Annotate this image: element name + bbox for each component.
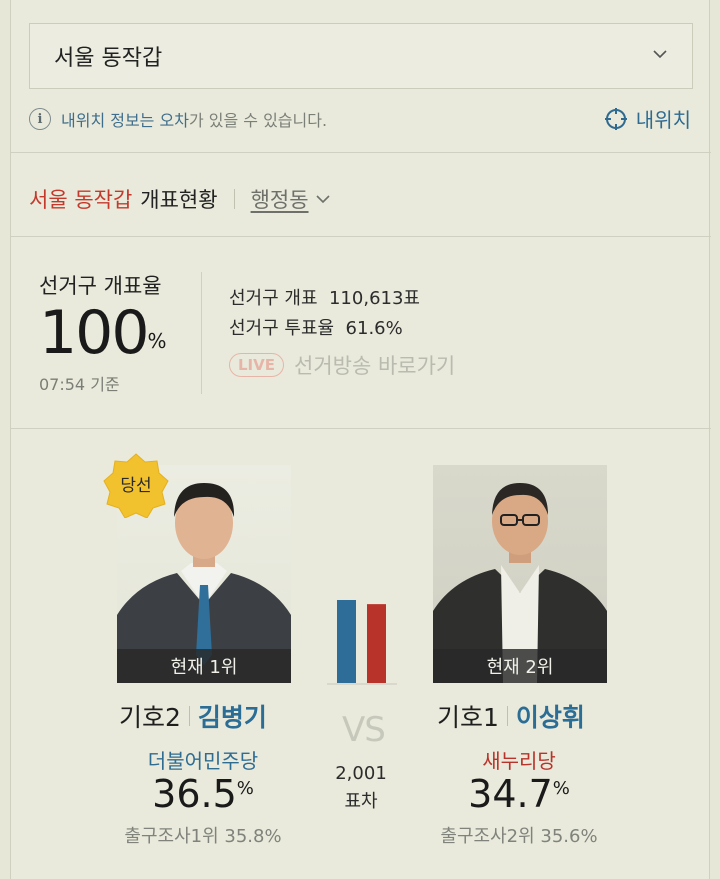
candidate-photo[interactable]: 현재 2위 [433,465,607,683]
divider [11,236,711,237]
count-rate-number: 100 [39,298,150,368]
rank-label: 현재 1위 [117,649,291,683]
my-location-label: 내위치 [635,108,691,132]
count-rate-unit: % [147,329,167,353]
name-separator [506,706,508,726]
notice-highlight: 내위치 정보는 오차 [61,111,189,130]
candidate-number: 기호1 [437,703,499,732]
candidate-number: 기호2 [119,703,181,732]
election-panel: 서울 동작갑 i 내위치 정보는 오차 가 있을 수 있습니다. 내위치 서울 … [10,0,711,879]
region-select-value: 서울 동작갑 [54,46,163,71]
candidate-name-row[interactable]: 기호2 김병기 [119,698,267,734]
exit-poll: 출구조사2위 35.6% [440,826,598,847]
vote-share-unit: % [552,778,570,799]
candidate-party: 더불어민주당 [147,749,259,773]
vote-margin-value: 2,001 [335,763,387,784]
live-badge: LIVE [229,353,284,377]
vote-bar-left [337,600,356,684]
count-header: 서울 동작갑 개표현황 행정동 [29,184,331,214]
count-title: 개표현황 [140,188,218,212]
stat-value: 61.6% [345,318,403,339]
vote-margin: 2,001 표차 [311,760,411,816]
vote-share-unit: % [236,778,254,799]
candidate-party: 새누리당 [482,749,556,773]
crosshair-icon [604,107,627,130]
vs-label: VS [342,710,386,750]
candidate-vote-share: 34.7% [419,772,619,816]
info-icon: i [29,108,51,130]
divider [11,152,711,153]
region-select[interactable]: 서울 동작갑 [29,23,693,89]
stat-label: 선거구 개표 [229,288,318,309]
dong-dropdown[interactable]: 행정동 [251,184,309,214]
candidate-name-row[interactable]: 기호1 이상휘 [437,698,585,734]
candidate-name: 김병기 [197,703,267,732]
header-separator [233,189,235,209]
stat-turnout: 선거구 투표율 61.6% [229,314,403,340]
vote-bar-right [367,604,386,684]
vote-share-value: 36.5 [152,772,237,816]
stat-counted: 선거구 개표 110,613표 [229,284,420,310]
live-broadcast-link[interactable]: LIVE 선거방송 바로가기 [229,350,455,380]
divider [11,428,711,429]
rank-label: 현재 2위 [433,649,607,683]
live-label: 선거방송 바로가기 [294,354,456,378]
vote-share-value: 34.7 [468,772,553,816]
chevron-down-icon[interactable] [315,193,331,205]
district-name: 서울 동작갑 [29,188,133,212]
count-rate-time: 07:54 기준 [39,375,120,394]
notice-text: 가 있을 수 있습니다. [188,111,328,130]
exit-poll: 출구조사1위 35.8% [124,826,282,847]
vote-margin-label: 표차 [344,791,378,812]
count-rate-label: 선거구 개표율 [39,274,162,298]
divider [201,272,202,394]
stat-value: 110,613표 [328,288,420,309]
my-location-button[interactable]: 내위치 [604,104,691,133]
winner-badge-text: 당선 [120,476,151,496]
name-separator [188,706,190,726]
candidate-vote-share: 36.5% [103,772,303,816]
count-rate-value: 100% [39,298,167,368]
chevron-down-icon [653,50,667,59]
location-notice: i 내위치 정보는 오차 가 있을 수 있습니다. [29,106,327,132]
stat-label: 선거구 투표율 [229,318,335,339]
candidate-name: 이상휘 [515,703,585,732]
winner-badge: 당선 [103,453,169,518]
vote-share-bars [327,600,397,685]
